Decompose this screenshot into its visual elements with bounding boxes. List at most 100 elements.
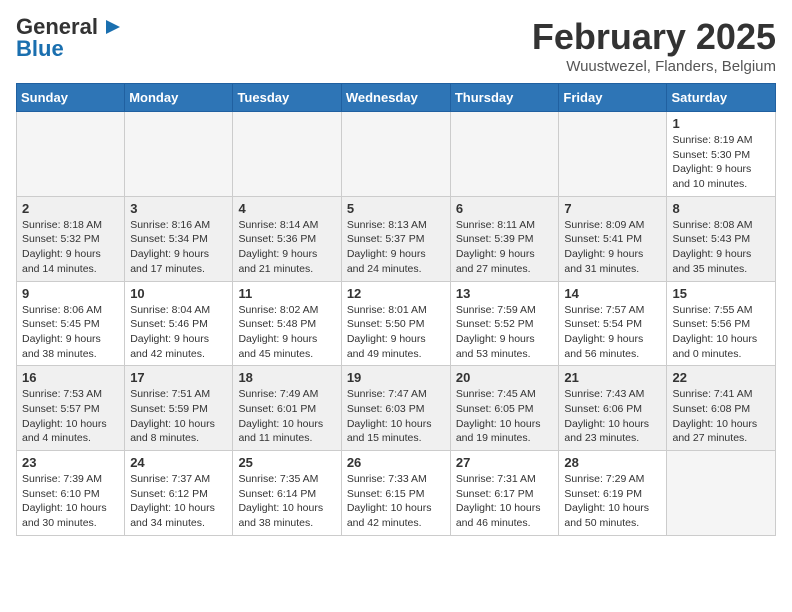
day-info: Sunrise: 7:29 AM Sunset: 6:19 PM Dayligh… (564, 472, 661, 531)
day-number: 24 (130, 455, 227, 470)
day-number: 1 (672, 116, 770, 131)
day-info: Sunrise: 7:51 AM Sunset: 5:59 PM Dayligh… (130, 387, 227, 446)
day-cell: 21Sunrise: 7:43 AM Sunset: 6:06 PM Dayli… (559, 366, 667, 451)
day-number: 23 (22, 455, 119, 470)
day-cell: 7 Sunrise: 8:09 AM Sunset: 5:41 PM Daylig… (559, 196, 667, 281)
day-cell: 14 Sunrise: 7:57 AM Sunset: 5:54 PM Dayli… (559, 281, 667, 366)
day-info: Sunrise: 7:49 AM Sunset: 6:01 PM Dayligh… (238, 387, 335, 446)
day-cell: 24 Sunrise: 7:37 AM Sunset: 6:12 PM Dayli… (125, 451, 233, 536)
week-row-2: 2 Sunrise: 8:18 AM Sunset: 5:32 PM Daylig… (17, 196, 776, 281)
day-number: 27 (456, 455, 554, 470)
day-info: Sunrise: 8:09 AM Sunset: 5:41 PM Dayligh… (564, 218, 661, 277)
day-cell: 16 Sunrise: 7:53 AM Sunset: 5:57 PM Dayli… (17, 366, 125, 451)
day-cell: 15 Sunrise: 7:55 AM Sunset: 5:56 PM Dayli… (667, 281, 776, 366)
week-row-3: 9Sunrise: 8:06 AM Sunset: 5:45 PM Daylig… (17, 281, 776, 366)
day-cell: 8 Sunrise: 8:08 AM Sunset: 5:43 PM Daylig… (667, 196, 776, 281)
day-cell (125, 112, 233, 197)
day-info: Sunrise: 8:13 AM Sunset: 5:37 PM Dayligh… (347, 218, 445, 277)
week-row-5: 23 Sunrise: 7:39 AM Sunset: 6:10 PM Dayli… (17, 451, 776, 536)
day-cell: 13Sunrise: 7:59 AM Sunset: 5:52 PM Dayli… (450, 281, 559, 366)
calendar-title: February 2025 (532, 16, 776, 58)
weekday-header-monday: Monday (125, 84, 233, 112)
day-number: 14 (564, 286, 661, 301)
day-number: 28 (564, 455, 661, 470)
day-cell: 5 Sunrise: 8:13 AM Sunset: 5:37 PM Daylig… (341, 196, 450, 281)
day-info: Sunrise: 7:47 AM Sunset: 6:03 PM Dayligh… (347, 387, 445, 446)
day-info: Sunrise: 7:37 AM Sunset: 6:12 PM Dayligh… (130, 472, 227, 531)
week-row-4: 16 Sunrise: 7:53 AM Sunset: 5:57 PM Dayli… (17, 366, 776, 451)
day-cell: 1 Sunrise: 8:19 AM Sunset: 5:30 PM Daylig… (667, 112, 776, 197)
day-number: 17 (130, 370, 227, 385)
day-cell: 17 Sunrise: 7:51 AM Sunset: 5:59 PM Dayli… (125, 366, 233, 451)
day-cell (17, 112, 125, 197)
day-info: Sunrise: 8:06 AM Sunset: 5:45 PM Dayligh… (22, 303, 119, 362)
day-number: 19 (347, 370, 445, 385)
day-cell: 4 Sunrise: 8:14 AM Sunset: 5:36 PM Daylig… (233, 196, 341, 281)
day-number: 5 (347, 201, 445, 216)
day-info: Sunrise: 8:14 AM Sunset: 5:36 PM Dayligh… (238, 218, 335, 277)
logo: General Blue (16, 16, 122, 60)
day-number: 13 (456, 286, 554, 301)
day-info: Sunrise: 7:45 AM Sunset: 6:05 PM Dayligh… (456, 387, 554, 446)
day-cell: 2 Sunrise: 8:18 AM Sunset: 5:32 PM Daylig… (17, 196, 125, 281)
day-number: 26 (347, 455, 445, 470)
day-info: Sunrise: 8:02 AM Sunset: 5:48 PM Dayligh… (238, 303, 335, 362)
title-area: February 2025 Wuustwezel, Flanders, Belg… (532, 16, 776, 75)
day-info: Sunrise: 7:35 AM Sunset: 6:14 PM Dayligh… (238, 472, 335, 531)
day-cell: 6Sunrise: 8:11 AM Sunset: 5:39 PM Daylig… (450, 196, 559, 281)
day-info: Sunrise: 8:19 AM Sunset: 5:30 PM Dayligh… (672, 133, 770, 192)
weekday-header-wednesday: Wednesday (341, 84, 450, 112)
day-number: 15 (672, 286, 770, 301)
day-cell (341, 112, 450, 197)
day-info: Sunrise: 7:41 AM Sunset: 6:08 PM Dayligh… (672, 387, 770, 446)
day-info: Sunrise: 7:33 AM Sunset: 6:15 PM Dayligh… (347, 472, 445, 531)
day-number: 10 (130, 286, 227, 301)
day-number: 22 (672, 370, 770, 385)
day-cell: 22 Sunrise: 7:41 AM Sunset: 6:08 PM Dayli… (667, 366, 776, 451)
day-cell: 23 Sunrise: 7:39 AM Sunset: 6:10 PM Dayli… (17, 451, 125, 536)
day-info: Sunrise: 8:18 AM Sunset: 5:32 PM Dayligh… (22, 218, 119, 277)
week-row-1: 1 Sunrise: 8:19 AM Sunset: 5:30 PM Daylig… (17, 112, 776, 197)
day-cell (559, 112, 667, 197)
day-number: 2 (22, 201, 119, 216)
day-info: Sunrise: 7:31 AM Sunset: 6:17 PM Dayligh… (456, 472, 554, 531)
weekday-header-sunday: Sunday (17, 84, 125, 112)
day-cell: 3Sunrise: 8:16 AM Sunset: 5:34 PM Daylig… (125, 196, 233, 281)
day-info: Sunrise: 7:57 AM Sunset: 5:54 PM Dayligh… (564, 303, 661, 362)
day-cell: 27 Sunrise: 7:31 AM Sunset: 6:17 PM Dayli… (450, 451, 559, 536)
day-info: Sunrise: 7:55 AM Sunset: 5:56 PM Dayligh… (672, 303, 770, 362)
day-info: Sunrise: 8:11 AM Sunset: 5:39 PM Dayligh… (456, 218, 554, 277)
day-cell: 20 Sunrise: 7:45 AM Sunset: 6:05 PM Dayli… (450, 366, 559, 451)
weekday-header-friday: Friday (559, 84, 667, 112)
day-cell: 12Sunrise: 8:01 AM Sunset: 5:50 PM Dayli… (341, 281, 450, 366)
day-cell (667, 451, 776, 536)
day-number: 12 (347, 286, 445, 301)
logo-general-text: General (16, 16, 98, 38)
day-cell: 10 Sunrise: 8:04 AM Sunset: 5:46 PM Dayli… (125, 281, 233, 366)
calendar-table: SundayMondayTuesdayWednesdayThursdayFrid… (16, 83, 776, 536)
day-info: Sunrise: 8:04 AM Sunset: 5:46 PM Dayligh… (130, 303, 227, 362)
day-cell: 25 Sunrise: 7:35 AM Sunset: 6:14 PM Dayli… (233, 451, 341, 536)
day-cell (450, 112, 559, 197)
weekday-header-saturday: Saturday (667, 84, 776, 112)
day-cell: 19 Sunrise: 7:47 AM Sunset: 6:03 PM Dayli… (341, 366, 450, 451)
day-number: 25 (238, 455, 335, 470)
day-info: Sunrise: 7:53 AM Sunset: 5:57 PM Dayligh… (22, 387, 119, 446)
day-number: 18 (238, 370, 335, 385)
day-number: 16 (22, 370, 119, 385)
logo-blue-text: Blue (16, 38, 64, 60)
day-number: 4 (238, 201, 335, 216)
day-number: 7 (564, 201, 661, 216)
day-number: 3 (130, 201, 227, 216)
day-info: Sunrise: 7:39 AM Sunset: 6:10 PM Dayligh… (22, 472, 119, 531)
day-cell (233, 112, 341, 197)
logo-icon (100, 16, 122, 38)
calendar-subtitle: Wuustwezel, Flanders, Belgium (532, 58, 776, 75)
page-header: General Blue February 2025 Wuustwezel, F… (16, 16, 776, 75)
day-number: 20 (456, 370, 554, 385)
day-cell: 28 Sunrise: 7:29 AM Sunset: 6:19 PM Dayli… (559, 451, 667, 536)
day-number: 8 (672, 201, 770, 216)
day-info: Sunrise: 8:08 AM Sunset: 5:43 PM Dayligh… (672, 218, 770, 277)
weekday-header-thursday: Thursday (450, 84, 559, 112)
day-info: Sunrise: 7:43 AM Sunset: 6:06 PM Dayligh… (564, 387, 661, 446)
